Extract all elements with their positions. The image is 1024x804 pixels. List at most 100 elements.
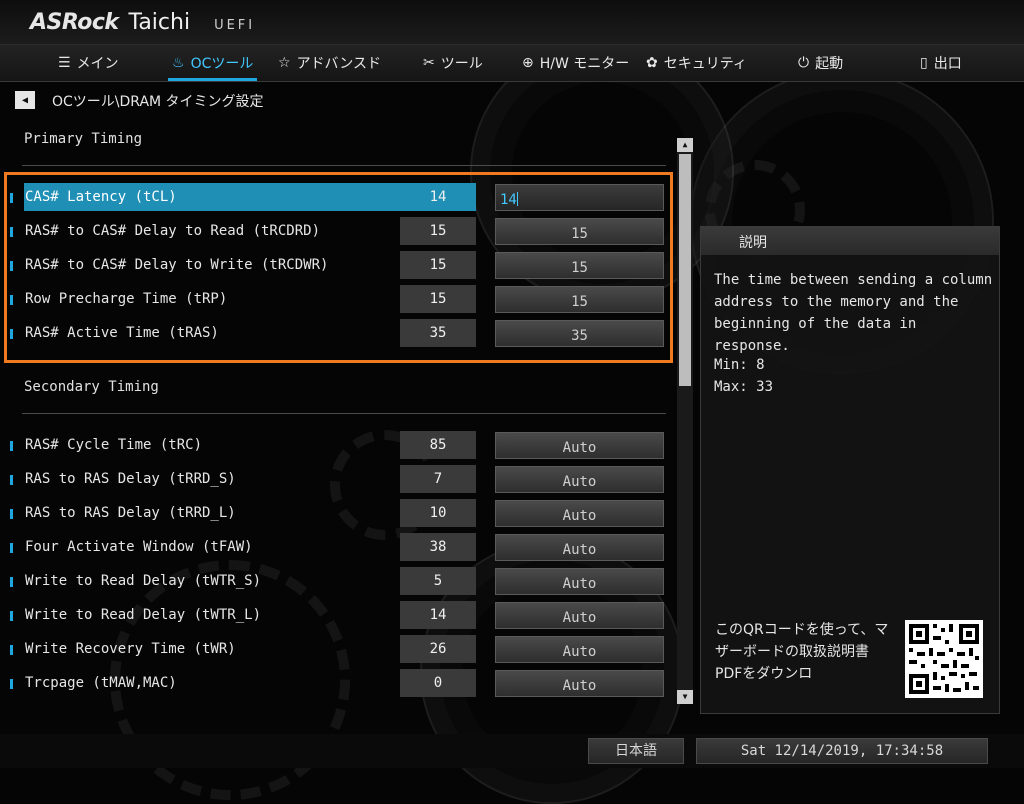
qr-caption: このQRコードを使って、マザーボードの取扱説明書PDFをダウンロ — [715, 622, 889, 682]
setting-label: RAS to RAS Delay (tRRD_L) — [25, 505, 236, 521]
star-icon: ☆ — [278, 55, 291, 71]
setting-value-button[interactable]: 35 — [495, 320, 664, 347]
scrollbar[interactable]: ▲ ▼ — [677, 138, 693, 704]
logo-model: Taichi — [128, 10, 191, 35]
setting-row-twtr-s[interactable]: Write to Read Delay (tWTR_S) 5 Auto — [10, 567, 666, 595]
setting-value-button[interactable]: Auto — [495, 534, 664, 561]
scroll-down-button[interactable]: ▼ — [677, 690, 693, 704]
tab-label: セキュリティ — [663, 56, 747, 72]
tools-icon: ✂ — [423, 55, 435, 71]
flame-icon: ♨ — [172, 55, 185, 71]
tab-advanced[interactable]: ☆ アドバンスド — [278, 45, 381, 81]
current-value: 85 — [400, 431, 476, 459]
setting-input[interactable]: 14 — [495, 184, 664, 211]
row-marker — [10, 193, 13, 203]
tab-main[interactable]: ☰ メイン — [58, 45, 119, 81]
language-button[interactable]: 日本語 — [588, 738, 684, 764]
logo-uefi: UEFI — [214, 18, 256, 33]
row-marker — [10, 475, 13, 485]
setting-row-twr[interactable]: Write Recovery Time (tWR) 26 Auto — [10, 635, 666, 663]
setting-value-button[interactable]: Auto — [495, 500, 664, 527]
setting-label: RAS# to CAS# Delay to Read (tRCDRD) — [25, 223, 321, 239]
scroll-thumb[interactable] — [679, 154, 691, 386]
row-marker — [10, 679, 13, 689]
tab-exit[interactable]: ▯ 出口 — [920, 45, 962, 81]
setting-label: Row Precharge Time (tRP) — [25, 291, 228, 307]
text-caret — [516, 192, 518, 206]
back-button[interactable]: ◀ — [15, 91, 35, 109]
setting-row-twtr-l[interactable]: Write to Read Delay (tWTR_L) 14 Auto — [10, 601, 666, 629]
current-value: 15 — [400, 217, 476, 245]
row-marker — [10, 509, 13, 519]
current-value: 14 — [400, 601, 476, 629]
description-max: Max: 33 — [714, 379, 774, 395]
setting-label: RAS# Active Time (tRAS) — [25, 325, 219, 341]
current-value: 15 — [400, 251, 476, 279]
tab-boot[interactable]: ⏻ 起動 — [798, 45, 843, 81]
section-title-secondary: Secondary Timing — [24, 379, 159, 395]
current-value: 7 — [400, 465, 476, 493]
title-bar: ASRock Taichi UEFI — [0, 0, 1024, 45]
setting-row-tras[interactable]: RAS# Active Time (tRAS) 35 35 — [10, 319, 666, 347]
setting-value-button[interactable]: 15 — [495, 218, 664, 245]
tab-label: 出口 — [933, 56, 962, 72]
current-value: 15 — [400, 285, 476, 313]
setting-label: Write Recovery Time (tWR) — [25, 641, 236, 657]
row-marker — [10, 645, 13, 655]
setting-label: RAS# Cycle Time (tRC) — [25, 437, 203, 453]
setting-label: Trcpage (tMAW,MAC) — [25, 675, 177, 691]
row-marker — [10, 227, 13, 237]
setting-row-trrd-s[interactable]: RAS to RAS Delay (tRRD_S) 7 Auto — [10, 465, 666, 493]
description-title: 説明 — [739, 235, 767, 251]
tab-label: H/W モニター — [539, 56, 630, 72]
setting-value-button[interactable]: Auto — [495, 568, 664, 595]
setting-value-button[interactable]: Auto — [495, 466, 664, 493]
setting-value-button[interactable]: Auto — [495, 670, 664, 697]
setting-label: Write to Read Delay (tWTR_L) — [25, 607, 262, 623]
setting-value-button[interactable]: 15 — [495, 286, 664, 313]
setting-row-trcdwr[interactable]: RAS# to CAS# Delay to Write (tRCDWR) 15 … — [10, 251, 666, 279]
divider — [22, 165, 666, 166]
setting-value-button[interactable]: Auto — [495, 432, 664, 459]
setting-row-trcpage[interactable]: Trcpage (tMAW,MAC) 0 Auto — [10, 669, 666, 697]
main-nav: ☰ メイン ♨ OCツール ☆ アドバンスド ✂ ツール ⊕ H/W モニター … — [0, 45, 1024, 82]
row-marker — [10, 611, 13, 621]
tab-label: OCツール — [190, 56, 254, 72]
setting-label: RAS to RAS Delay (tRRD_S) — [25, 471, 236, 487]
section-title-primary: Primary Timing — [24, 131, 143, 147]
tab-label: ツール — [440, 56, 483, 72]
setting-label: RAS# to CAS# Delay to Write (tRCDWR) — [25, 257, 329, 273]
description-min: Min: 8 — [714, 357, 765, 373]
tab-label: メイン — [76, 56, 119, 72]
setting-label: Write to Read Delay (tWTR_S) — [25, 573, 262, 589]
tab-oc-tweaker[interactable]: ♨ OCツール — [167, 45, 258, 81]
setting-row-trc[interactable]: RAS# Cycle Time (tRC) 85 Auto — [10, 431, 666, 459]
setting-row-tcl[interactable]: CAS# Latency (tCL) 14 14 — [10, 183, 666, 211]
menu-list-icon: ☰ — [58, 55, 71, 71]
setting-value-button[interactable]: 15 — [495, 252, 664, 279]
setting-row-trp[interactable]: Row Precharge Time (tRP) 15 15 — [10, 285, 666, 313]
tab-security[interactable]: ✿ セキュリティ — [646, 45, 747, 81]
setting-row-trcdrd[interactable]: RAS# to CAS# Delay to Read (tRCDRD) 15 1… — [10, 217, 666, 245]
scroll-up-button[interactable]: ▲ — [677, 138, 693, 152]
row-marker — [10, 543, 13, 553]
row-marker — [10, 577, 13, 587]
datetime-display: Sat 12/14/2019, 17:34:58 — [696, 738, 988, 764]
qr-code-graphic — [905, 620, 983, 698]
row-marker — [10, 295, 13, 305]
setting-row-tfaw[interactable]: Four Activate Window (tFAW) 38 Auto — [10, 533, 666, 561]
tab-tool[interactable]: ✂ ツール — [423, 45, 483, 81]
breadcrumb: OCツール\DRAM タイミング設定 — [52, 94, 264, 110]
shield-icon: ✿ — [646, 55, 658, 71]
qr-code-icon[interactable] — [905, 620, 983, 698]
current-value: 5 — [400, 567, 476, 595]
description-header: 説明 — [701, 227, 999, 255]
setting-value-button[interactable]: Auto — [495, 636, 664, 663]
setting-value-button[interactable]: Auto — [495, 602, 664, 629]
setting-input-value: 14 — [500, 192, 517, 208]
current-value: 0 — [400, 669, 476, 697]
tab-hw-monitor[interactable]: ⊕ H/W モニター — [522, 45, 629, 81]
tab-label: 起動 — [815, 56, 844, 72]
back-arrow-icon: ◀ — [21, 94, 29, 106]
setting-row-trrd-l[interactable]: RAS to RAS Delay (tRRD_L) 10 Auto — [10, 499, 666, 527]
